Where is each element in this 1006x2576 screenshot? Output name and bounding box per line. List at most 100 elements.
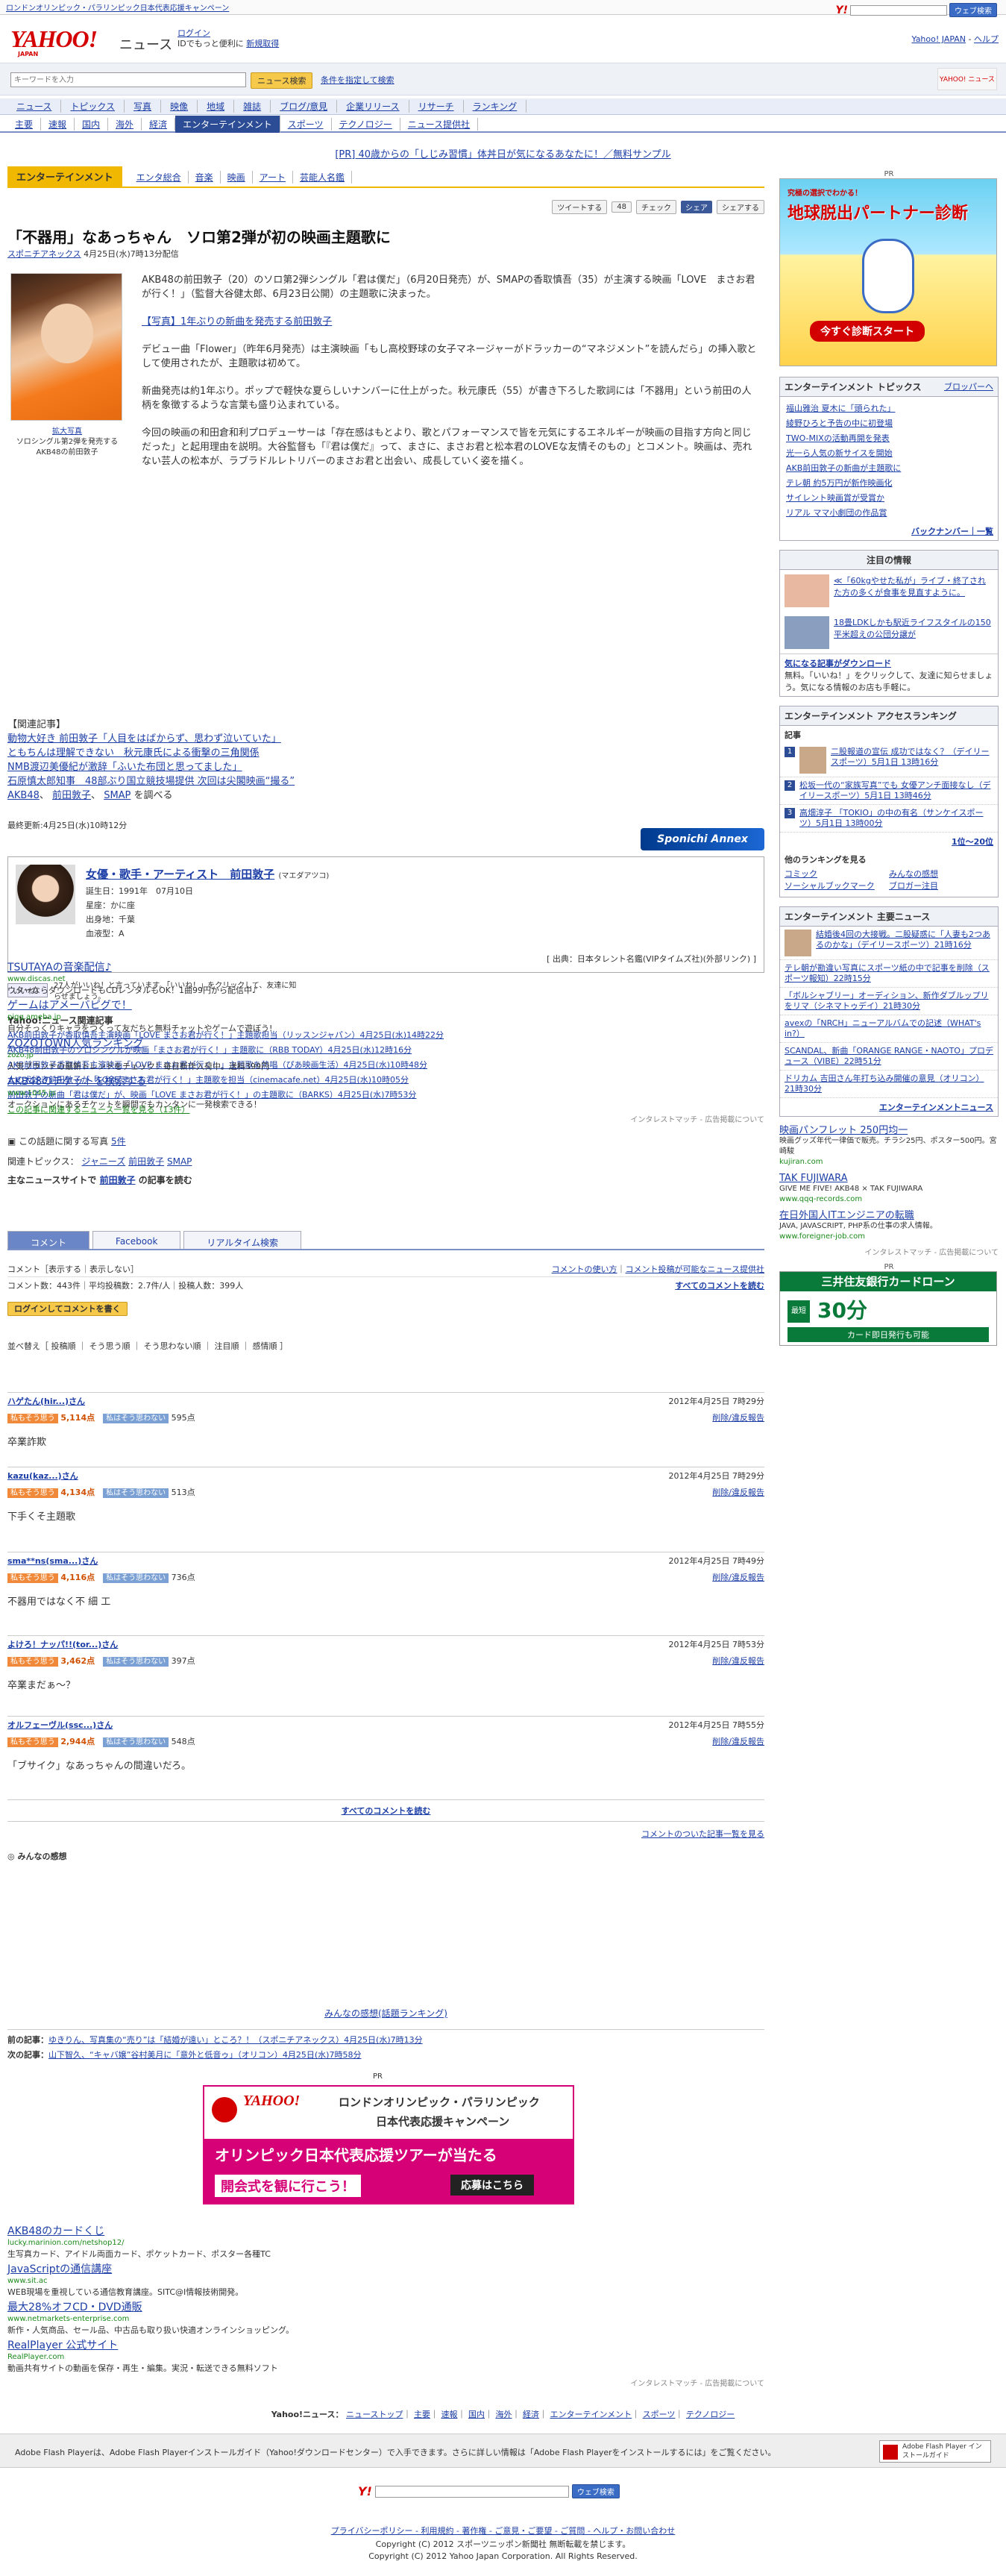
main-news-thumb[interactable]: [785, 930, 811, 956]
prev-article-link[interactable]: ゆきりん、写真集の“売り”は「結婚が遠い」ところ？！（スポニチアネックス）4月2…: [48, 2035, 423, 2045]
right-big-ad[interactable]: 究極の選択でわかる！ 地球脱出パートナー診断 今すぐ診断スタート: [779, 178, 997, 366]
ad-title[interactable]: RealPlayer 公式サイト: [7, 2340, 764, 2351]
top-search-input[interactable]: [850, 4, 947, 16]
cat-link-movie[interactable]: 映画: [221, 171, 253, 184]
ranking-link[interactable]: 二股報道の宣伝 成功ではなく？（デイリースポーツ）5月1日 13時16分: [831, 747, 993, 774]
footer-nav-link[interactable]: 国内: [468, 2410, 485, 2419]
nav2-domestic[interactable]: 国内: [75, 117, 109, 131]
tab-facebook[interactable]: Facebook: [92, 1231, 181, 1249]
ad-url[interactable]: RealPlayer.com: [7, 2351, 764, 2363]
comment-howto-link[interactable]: コメントの使い方: [552, 1265, 617, 1274]
article-photo[interactable]: [10, 273, 122, 421]
photo-article-link[interactable]: 【写真】1年ぶりの新曲を発売する前田敦子: [142, 316, 332, 328]
main-news-link[interactable]: テレ朝が勘違い写真にスポーツ紙の中で記事を削除（スポーツ報知）22時15分: [785, 963, 993, 984]
other-rank-link[interactable]: コミック: [785, 868, 889, 880]
ad-info[interactable]: インタレストマッチ - 広告掲載について: [7, 1115, 764, 1126]
yahoo-share-button[interactable]: シェアする: [717, 200, 764, 214]
tag-akb48[interactable]: AKB48: [7, 790, 40, 801]
ad-title[interactable]: ゲームはアメーバピグで！: [7, 1000, 764, 1012]
all-comments-bottom-link[interactable]: すべてのコメントを読む: [342, 1806, 431, 1816]
ad-url[interactable]: zozo.jp: [7, 1050, 764, 1061]
pr-link[interactable]: [PR] 40歳からの「しじみ習慣」体丼日が気になるあなたに！／無料サンプル: [335, 149, 670, 160]
cat-link-art[interactable]: アート: [253, 171, 293, 184]
cat-link-talent[interactable]: 芸能人名鑑: [293, 171, 352, 184]
flash-badge[interactable]: Adobe Flash Player インストールガイド: [879, 2440, 991, 2463]
topic-link[interactable]: ジャニーズ: [81, 1156, 125, 1167]
nav2-main[interactable]: 主要: [7, 117, 42, 131]
ad-title[interactable]: TSUTAYAの音楽配信♪: [7, 962, 764, 974]
nav-ranking[interactable]: ランキング: [464, 100, 527, 113]
ad-url[interactable]: lucky.marinion.com/netshop12/: [7, 2237, 764, 2248]
tab-comment[interactable]: コメント: [7, 1231, 90, 1249]
next-article-link[interactable]: 山下智久、“キャバ嬢”谷村美月に「意外と低音ゥ」（オリコン）4月25日(水)7時…: [48, 2050, 361, 2060]
nav-blog[interactable]: ブログ/意見: [271, 100, 338, 113]
footer-nav-link[interactable]: エンターテインメント: [550, 2410, 632, 2419]
nav2-tech[interactable]: テクノロジー: [332, 117, 400, 131]
tag-smap[interactable]: SMAP: [104, 790, 131, 801]
tag-maeda[interactable]: 前田敦子: [52, 790, 91, 801]
topics-more[interactable]: バックナンバー｜一覧: [780, 525, 998, 540]
agree-button[interactable]: 私もそう思う: [7, 1657, 58, 1667]
disagree-button[interactable]: 私はそう思わない: [103, 1737, 169, 1747]
disagree-button[interactable]: 私はそう思わない: [103, 1488, 169, 1498]
ad-title[interactable]: 映画パンフレット 250円均一: [779, 1126, 999, 1136]
disagree-button[interactable]: 私はそう思わない: [103, 1414, 169, 1423]
tweet-button[interactable]: ツイートする: [552, 200, 608, 214]
right-ad-info[interactable]: インタレストマッチ - 広告掲載について: [779, 1248, 999, 1259]
related-item[interactable]: ともちんは理解できない 秋元康氏による衝撃の三角関係: [7, 746, 761, 760]
nav-release[interactable]: 企業リリース: [337, 100, 409, 113]
main-news-link[interactable]: SCANDAL、新曲「ORANGE RANGE・NAOTO」プロデュース（VIB…: [785, 1046, 993, 1067]
topic-item[interactable]: 光一ら人気の新サイスを開始: [786, 446, 992, 461]
olympic-banner[interactable]: YAHOO! ロンドンオリンピック・パラリンピック 日本代表応援キャンペーン オ…: [203, 2085, 574, 2204]
help-link[interactable]: ヘルプ: [974, 34, 999, 44]
topic-link[interactable]: 前田敦子: [128, 1156, 164, 1167]
ad-title[interactable]: 最大28%オフCD・DVD通販: [7, 2302, 764, 2313]
agree-button[interactable]: 私もそう思う: [7, 1737, 58, 1747]
topics-box-link[interactable]: ブロッパーヘ: [944, 380, 993, 393]
profile-name-link[interactable]: 女優・歌手・アーティスト 前田敦子: [86, 868, 274, 881]
ad-title[interactable]: TAK FUJIWARA: [779, 1173, 999, 1184]
report-link[interactable]: 削除/違反報告: [712, 1486, 764, 1498]
related-item[interactable]: 動物大好き 前田敦子「人目をはばからず、思わず泣いていた」: [7, 732, 761, 746]
nav-video[interactable]: 映像: [161, 100, 198, 113]
ad-title[interactable]: AKB48のチケットを検索する: [7, 1077, 764, 1088]
ad-title[interactable]: 在日外国人ITエンジニアの転職: [779, 1211, 999, 1221]
attention2-head[interactable]: 気になる記事がダウンロード: [785, 657, 993, 669]
all-comments-link[interactable]: すべてのコメントを読む: [675, 1279, 764, 1291]
ad-url[interactable]: www.sit.ac: [7, 2275, 764, 2287]
cat-link-music[interactable]: 音楽: [189, 171, 221, 184]
nav2-entertainment[interactable]: エンターテインメント: [175, 115, 280, 133]
ranking-thumb[interactable]: [799, 747, 826, 774]
site-name[interactable]: ニュース: [119, 34, 172, 54]
facebook-share-button[interactable]: シェア: [681, 201, 712, 213]
topic-link[interactable]: SMAP: [167, 1156, 192, 1167]
attention-thumb[interactable]: [785, 574, 829, 607]
bottom-search-input[interactable]: [374, 2485, 569, 2498]
agree-button[interactable]: 私もそう思う: [7, 1573, 58, 1583]
ad-title[interactable]: ZOZOTOWN人気ランキング: [7, 1038, 764, 1050]
enlarge-photo-link[interactable]: 拡大写真: [7, 427, 127, 437]
ranking-more[interactable]: 1位～20位: [780, 833, 998, 850]
category-active[interactable]: エンターテインメント: [7, 166, 122, 187]
commented-articles-link[interactable]: コメントのついた記事一覧を見る: [641, 1829, 764, 1839]
ranking-link[interactable]: 松坂一代の“家族写真”でも 女優アンチ面接なし（デイリースポーツ）5月1日 13…: [799, 780, 993, 801]
main-news-link[interactable]: ドリカム 吉田さん年打ち込み開催の意見（オリコン）21時30分: [785, 1074, 993, 1094]
agree-button[interactable]: 私もそう思う: [7, 1414, 58, 1423]
footer-nav-link[interactable]: テクノロジー: [686, 2410, 735, 2419]
card-loan-ad[interactable]: 三井住友銀行カードローン 最短 30分 カード即日発行も可能: [779, 1271, 997, 1346]
related-item[interactable]: NMB渡辺美優紀が激辞「ふいた布団と思ってました」: [7, 760, 761, 774]
report-link[interactable]: 削除/違反報告: [712, 1571, 764, 1583]
comment-user[interactable]: よけろ！ナッパ!!(tor...)さん: [7, 1638, 118, 1650]
ad-url[interactable]: www.qqq-records.com: [779, 1194, 999, 1205]
nav-photos[interactable]: 写真: [125, 100, 162, 113]
report-link[interactable]: 削除/違反報告: [712, 1735, 764, 1747]
home-link[interactable]: Yahoo! JAPAN: [911, 34, 966, 44]
sponichi-logo[interactable]: Sponichi Annex: [641, 828, 764, 850]
comment-user[interactable]: kazu(kaz...)さん: [7, 1470, 78, 1482]
topic-item[interactable]: サイレント映画賞が受賞か: [786, 491, 992, 506]
topic-item[interactable]: AKB前田敦子の新曲が主題歌に: [786, 461, 992, 476]
attention-link[interactable]: ≪「60kgやせた私が」ライブ・終了された方の多くが食事を見直すように。: [834, 574, 993, 607]
profile-photo[interactable]: [16, 865, 75, 924]
ad-url[interactable]: kujiran.com: [779, 1157, 999, 1168]
advanced-search-link[interactable]: 条件を指定して検索: [321, 74, 394, 86]
